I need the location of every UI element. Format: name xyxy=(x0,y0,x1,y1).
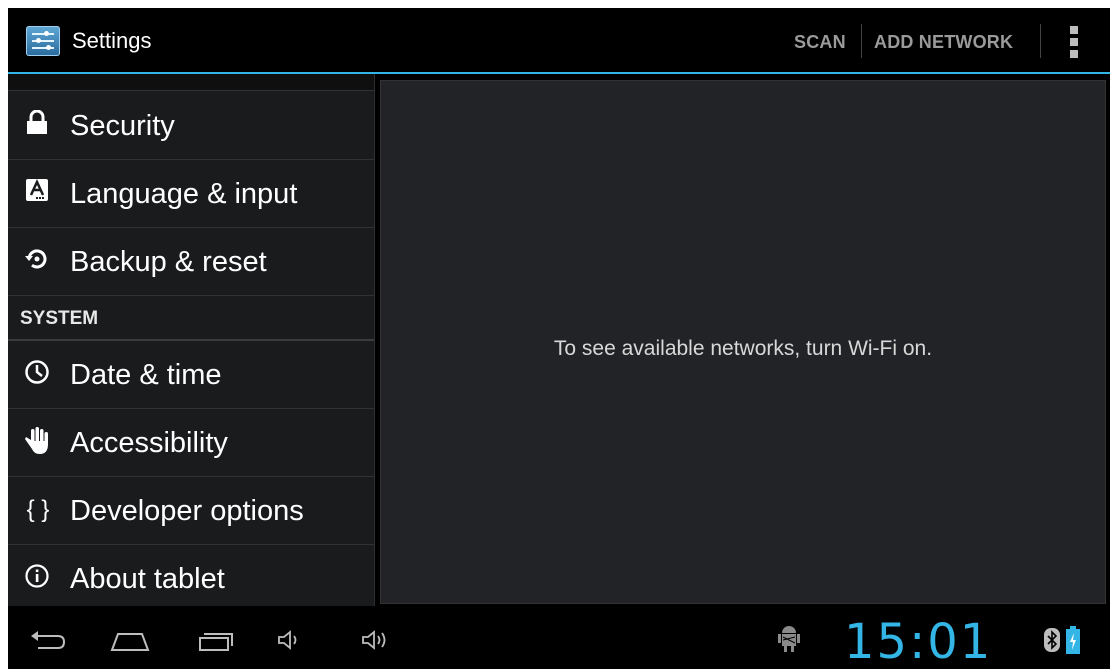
sidebar-item-security[interactable]: Security xyxy=(8,92,375,160)
volume-up-icon[interactable] xyxy=(360,628,396,652)
back-icon[interactable] xyxy=(28,628,68,652)
action-divider xyxy=(1040,24,1041,58)
section-label: SYSTEM xyxy=(20,308,99,329)
keyboard-a-icon xyxy=(22,178,52,208)
clock-icon xyxy=(22,359,52,389)
sidebar-item-label: Security xyxy=(70,110,175,142)
android-debug-icon xyxy=(778,624,800,654)
sidebar-item-accessibility[interactable]: Accessibility xyxy=(8,409,375,477)
wifi-off-message: To see available networks, turn Wi-Fi on… xyxy=(553,337,933,360)
screen: Settings SCAN ADD NETWORK Security Langu… xyxy=(8,8,1110,669)
restore-icon xyxy=(22,246,52,276)
settings-sidebar: Security Language & input Backup & reset… xyxy=(8,74,375,606)
sidebar-item-label: Accessibility xyxy=(70,427,228,459)
sidebar-item-label: About tablet xyxy=(70,563,225,595)
add-network-button[interactable]: ADD NETWORK xyxy=(874,32,1013,53)
sidebar-item-label: Developer options xyxy=(70,495,304,527)
sidebar-item-date-time[interactable]: Date & time xyxy=(8,341,375,409)
lock-icon xyxy=(22,109,52,140)
scan-button[interactable]: SCAN xyxy=(794,32,846,53)
volume-down-icon[interactable] xyxy=(276,628,306,652)
page-title: Settings xyxy=(72,28,152,53)
recent-apps-icon[interactable] xyxy=(196,628,236,652)
action-divider xyxy=(861,24,862,58)
battery-charging-icon xyxy=(1066,626,1080,654)
sidebar-item-backup-reset[interactable]: Backup & reset xyxy=(8,228,375,296)
sidebar-item-label: Backup & reset xyxy=(70,246,267,278)
home-icon[interactable] xyxy=(110,628,150,652)
overflow-menu-icon[interactable] xyxy=(1070,26,1080,58)
info-icon xyxy=(22,563,52,593)
sidebar-item-label: Language & input xyxy=(70,178,298,210)
sidebar-divider xyxy=(374,74,375,606)
status-clock: 15:01 xyxy=(844,614,993,669)
list-top-strip xyxy=(8,74,375,91)
hand-icon xyxy=(22,427,52,457)
sidebar-item-label: Date & time xyxy=(70,359,222,391)
section-header-system: SYSTEM xyxy=(8,296,375,341)
wifi-content-pane: To see available networks, turn Wi-Fi on… xyxy=(380,80,1106,604)
sidebar-item-about-tablet[interactable]: About tablet xyxy=(8,545,375,606)
bluetooth-icon xyxy=(1044,628,1060,652)
settings-app-icon[interactable] xyxy=(26,26,60,56)
action-bar: Settings SCAN ADD NETWORK xyxy=(8,8,1110,74)
system-navigation-bar: 15:01 xyxy=(8,606,1110,669)
braces-icon: { } xyxy=(26,496,50,523)
sidebar-item-developer-options[interactable]: { } Developer options xyxy=(8,477,375,545)
sidebar-item-language-input[interactable]: Language & input xyxy=(8,160,375,228)
